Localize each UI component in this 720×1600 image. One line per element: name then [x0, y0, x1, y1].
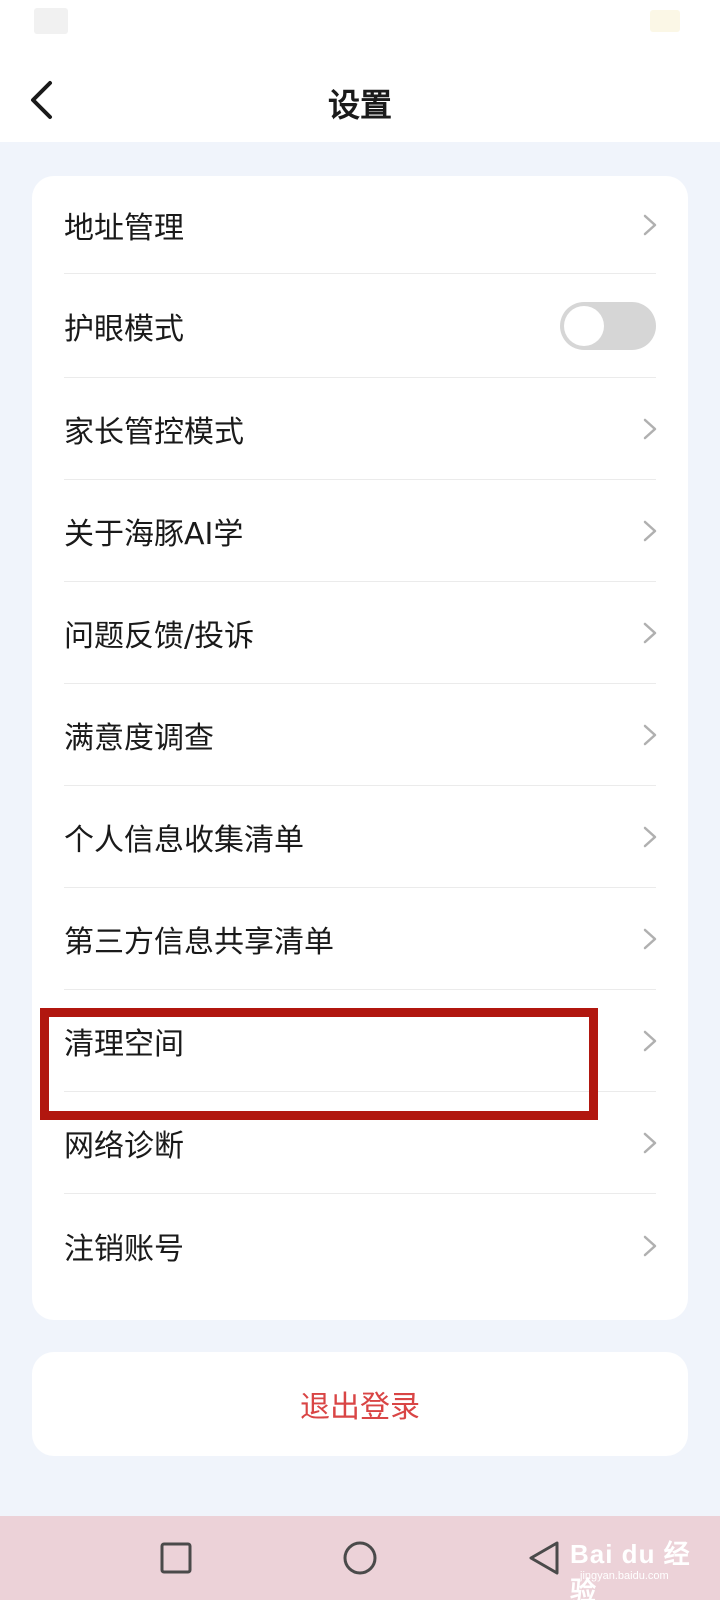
- settings-item-feedback[interactable]: 问题反馈/投诉: [32, 582, 688, 684]
- settings-item-label: 注销账号: [64, 1232, 184, 1267]
- page-title: 设置: [327, 86, 392, 124]
- settings-item-about[interactable]: 关于海豚AI学: [32, 480, 688, 582]
- status-bar-right-icon: [650, 10, 680, 32]
- system-back-button[interactable]: [502, 1516, 586, 1600]
- settings-item-label: 问题反馈/投诉: [64, 619, 255, 654]
- logout-button[interactable]: 退出登录: [32, 1352, 688, 1456]
- home-button[interactable]: [318, 1516, 402, 1600]
- settings-item-third-party-sharing[interactable]: 第三方信息共享清单: [32, 888, 688, 990]
- chevron-right-icon: [643, 214, 657, 236]
- settings-item-label: 第三方信息共享清单: [64, 925, 334, 960]
- system-nav-bar: [0, 1516, 720, 1600]
- settings-item-label: 地址管理: [64, 211, 184, 246]
- header: 设置: [0, 60, 720, 142]
- settings-item-survey[interactable]: 满意度调查: [32, 684, 688, 786]
- settings-item-address[interactable]: 地址管理: [32, 176, 688, 274]
- settings-item-label: 家长管控模式: [64, 415, 244, 450]
- chevron-right-icon: [643, 622, 657, 644]
- settings-item-label: 关于海豚AI学: [64, 517, 244, 552]
- status-bar: [0, 0, 720, 60]
- home-circle-icon: [343, 1541, 377, 1575]
- chevron-right-icon: [643, 1235, 657, 1257]
- settings-item-label: 满意度调查: [64, 721, 214, 756]
- back-triangle-icon: [529, 1541, 559, 1575]
- settings-item-clear-space[interactable]: 清理空间: [32, 990, 688, 1092]
- chevron-left-icon: [31, 81, 52, 119]
- chevron-right-icon: [643, 724, 657, 746]
- eye-protection-toggle[interactable]: [560, 302, 656, 350]
- settings-item-label: 护眼模式: [64, 312, 184, 347]
- logout-label: 退出登录: [300, 1390, 420, 1425]
- settings-item-eye-protection: 护眼模式: [32, 274, 688, 378]
- settings-item-network-diagnosis[interactable]: 网络诊断: [32, 1092, 688, 1194]
- settings-item-label: 个人信息收集清单: [64, 823, 304, 858]
- chevron-right-icon: [643, 520, 657, 542]
- chevron-right-icon: [643, 1030, 657, 1052]
- settings-item-label: 网络诊断: [64, 1129, 184, 1164]
- settings-list: 地址管理 护眼模式 家长管控模式 关于海豚AI学 问题反馈/投诉 满意度调查 个…: [32, 176, 688, 1320]
- chevron-right-icon: [643, 418, 657, 440]
- settings-item-personal-info-list[interactable]: 个人信息收集清单: [32, 786, 688, 888]
- chevron-right-icon: [643, 928, 657, 950]
- status-bar-left-icon: [34, 8, 68, 34]
- toggle-knob: [564, 306, 604, 346]
- back-button[interactable]: [14, 72, 70, 128]
- settings-item-parental-control[interactable]: 家长管控模式: [32, 378, 688, 480]
- recent-apps-square-icon: [160, 1542, 192, 1574]
- recent-apps-button[interactable]: [134, 1516, 218, 1600]
- settings-item-label: 清理空间: [64, 1027, 184, 1062]
- chevron-right-icon: [643, 826, 657, 848]
- settings-item-delete-account[interactable]: 注销账号: [32, 1194, 688, 1298]
- chevron-right-icon: [643, 1132, 657, 1154]
